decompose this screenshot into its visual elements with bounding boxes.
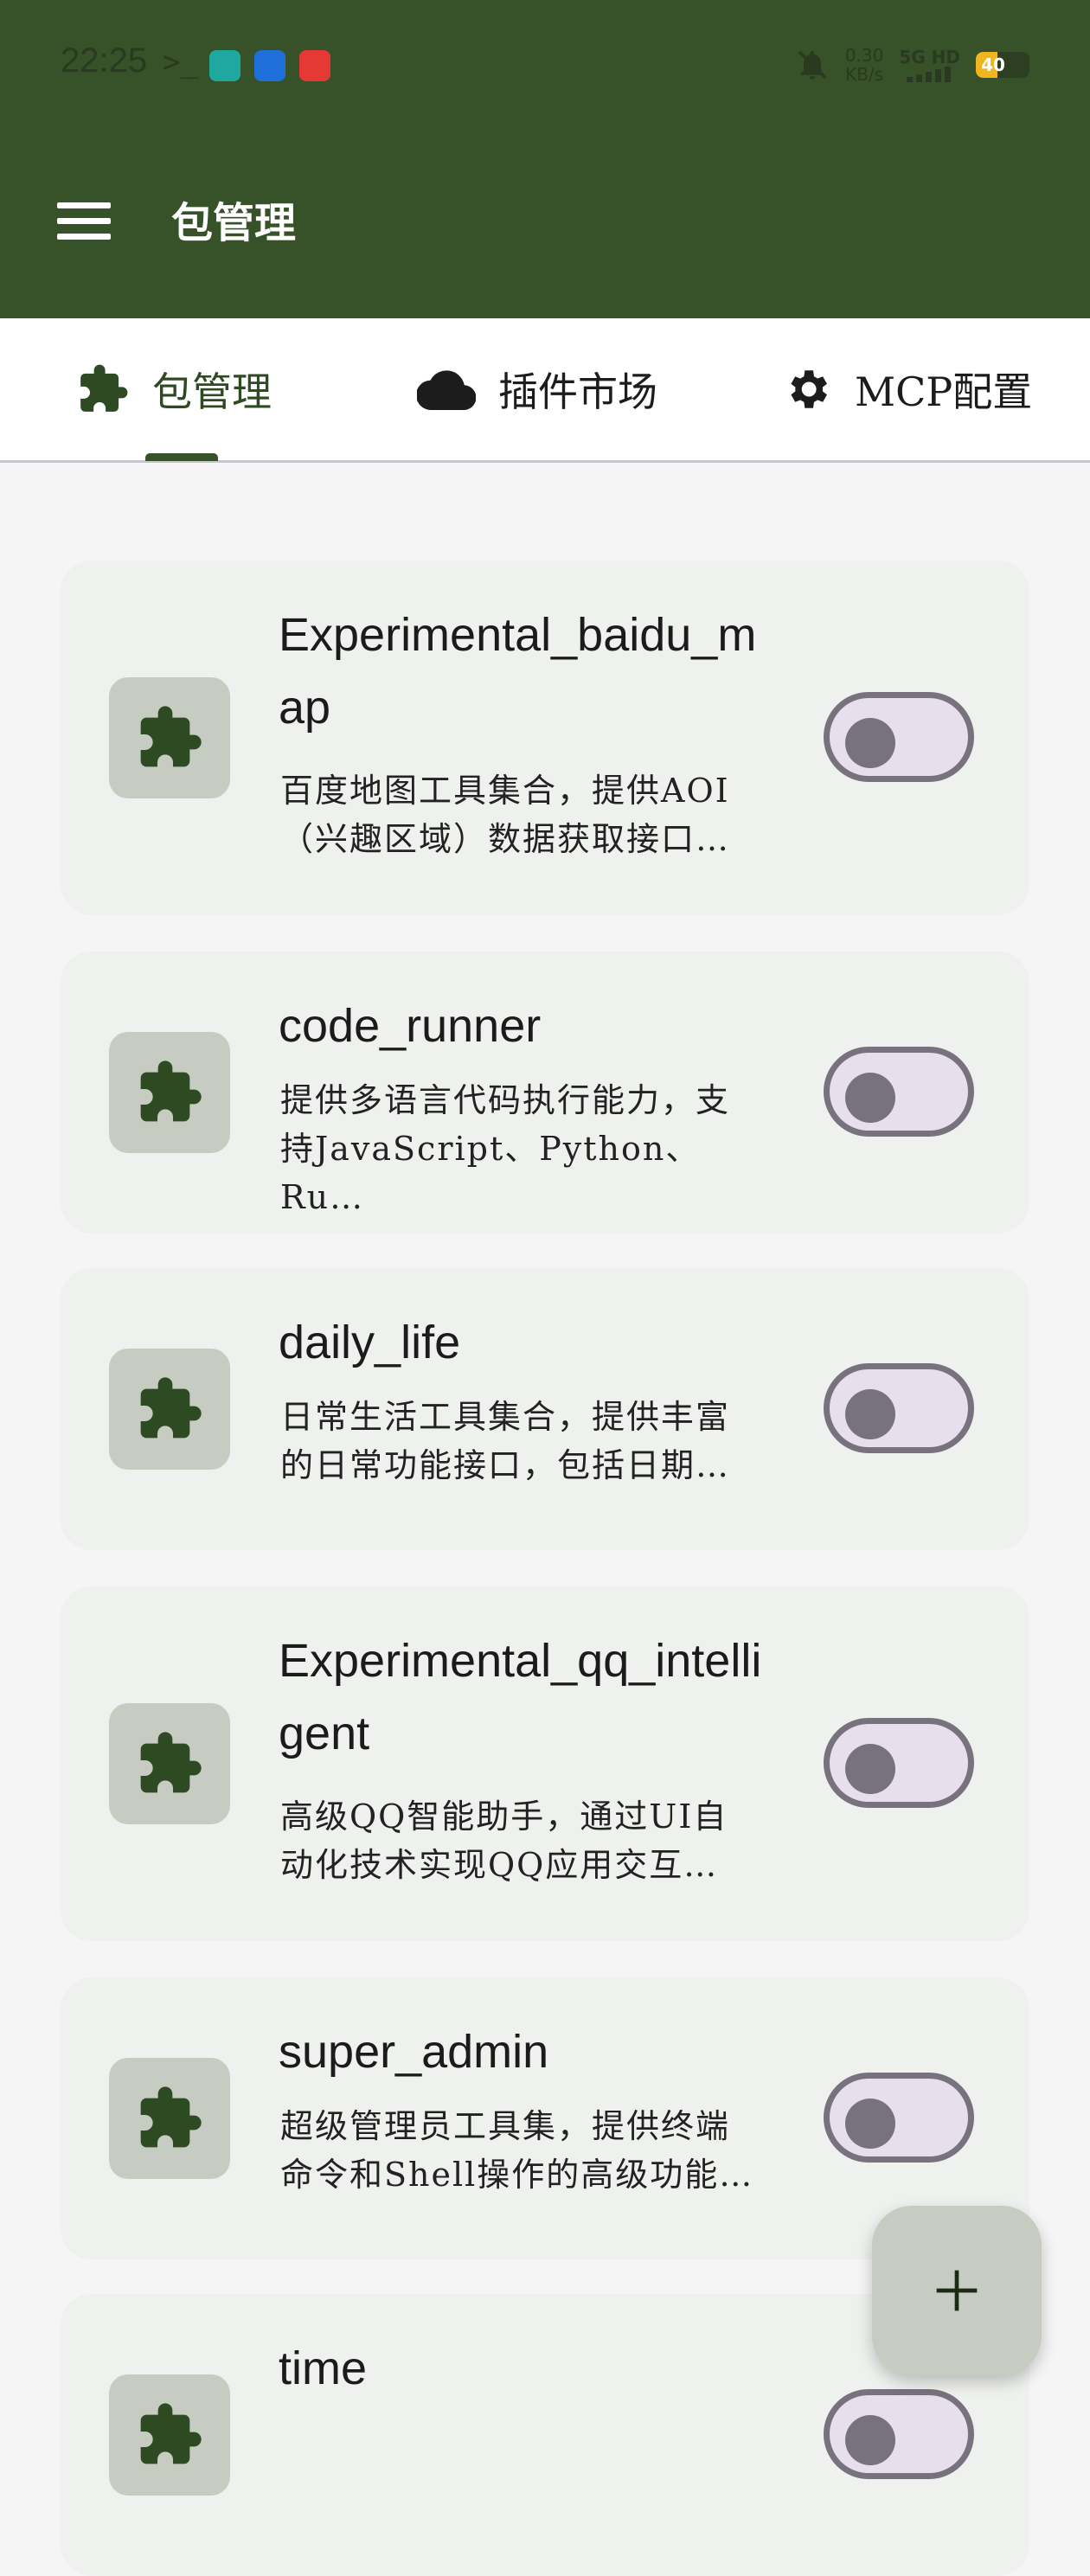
puzzle-icon <box>140 1732 202 1793</box>
network-speed-unit: KB/s <box>845 64 884 85</box>
active-tab-indicator <box>145 453 218 461</box>
package-card[interactable]: code_runner 提供多语言代码执行能力，支 持JavaScript、Py… <box>61 952 1029 1234</box>
toggle-knob <box>845 1744 895 1794</box>
package-icon <box>109 677 230 798</box>
tab-label: MCP配置 <box>855 368 1033 415</box>
add-package-button[interactable] <box>872 2206 1042 2375</box>
network-type: 5G HD <box>899 47 960 67</box>
tab-mcp-config[interactable]: MCP配置 <box>782 318 1032 460</box>
package-name: super_admin <box>279 2026 549 2078</box>
page-title: 包管理 <box>171 199 297 247</box>
package-icon <box>109 2374 230 2496</box>
package-enable-toggle[interactable] <box>824 1718 974 1808</box>
puzzle-icon <box>140 2086 202 2148</box>
robot-app-icon <box>254 50 285 81</box>
battery-percent: 40 <box>981 54 1005 75</box>
package-description: 日常生活工具集合，提供丰富 的日常功能接口，包括日期… <box>280 1398 731 1484</box>
terminal-icon: >_ <box>163 45 198 80</box>
toggle-knob <box>845 1073 895 1123</box>
toggle-knob <box>845 2099 895 2149</box>
package-enable-toggle[interactable] <box>824 2073 974 2163</box>
bell-muted-icon <box>798 50 827 80</box>
package-enable-toggle[interactable] <box>824 692 974 782</box>
package-name: daily_life <box>279 1317 461 1368</box>
package-icon <box>109 1349 230 1470</box>
package-name: code_runner <box>279 1000 542 1052</box>
network-speed-value: 0.30 <box>844 45 884 66</box>
puzzle-icon <box>140 2403 202 2464</box>
tab-plugin-market[interactable]: 插件市场 <box>417 318 657 460</box>
puzzle-icon <box>140 706 202 767</box>
package-name: Experimental_baidu_map <box>279 609 757 734</box>
hamburger-menu-icon[interactable] <box>54 199 116 244</box>
package-card[interactable]: Experimental_baidu_map 百度地图工具集合，提供AOI （兴… <box>61 561 1029 915</box>
tab-bar: 包管理 插件市场 MCP配置 <box>0 318 1090 463</box>
package-description: 超级管理员工具集，提供终端 命令和Shell操作的高级功能… <box>280 2107 754 2194</box>
status-indicators: 0.30 KB/s 5G HD 40 <box>795 43 1029 87</box>
puzzle-icon <box>140 1061 202 1122</box>
package-card[interactable]: Experimental_qq_intelligent 高级QQ智能助手，通过U… <box>61 1586 1029 1941</box>
package-name: time <box>279 2342 368 2394</box>
battery-indicator: 40 <box>976 52 1029 78</box>
toggle-knob <box>845 1389 895 1439</box>
toggle-knob <box>845 2415 895 2465</box>
package-enable-toggle[interactable] <box>824 1363 974 1453</box>
signal-indicator: 5G HD <box>899 48 960 82</box>
tab-label: 插件市场 <box>498 368 657 415</box>
package-description: 百度地图工具集合，提供AOI （兴趣区域）数据获取接口… <box>280 772 731 858</box>
package-card[interactable]: daily_life 日常生活工具集合，提供丰富 的日常功能接口，包括日期… <box>61 1268 1029 1550</box>
package-description: 高级QQ智能助手，通过UI自 动化技术实现QQ应用交互… <box>280 1797 728 1884</box>
signal-bars-icon <box>906 67 951 82</box>
package-icon <box>109 2058 230 2179</box>
boss-app-icon <box>209 50 240 81</box>
tab-package-management[interactable]: 包管理 <box>76 318 272 460</box>
package-description: 提供多语言代码执行能力，支 持JavaScript、Python、Ru… <box>280 1081 731 1216</box>
gear-icon <box>791 370 827 408</box>
toggle-knob <box>845 718 895 768</box>
cloud-icon <box>417 370 476 411</box>
camera-app-icon <box>299 50 330 81</box>
status-time: 22:25 <box>61 42 148 80</box>
package-enable-toggle[interactable] <box>824 1047 974 1137</box>
network-speed: 0.30 KB/s <box>845 46 884 84</box>
package-enable-toggle[interactable] <box>824 2389 974 2479</box>
plus-icon <box>936 2270 978 2311</box>
top-app-bar: 22:25 >_ 0.30 KB/s 5G HD 40 包管理 <box>0 0 1090 318</box>
package-name: Experimental_qq_intelligent <box>279 1635 762 1759</box>
status-bar: 22:25 >_ 0.30 KB/s 5G HD 40 <box>0 0 1090 130</box>
puzzle-icon <box>140 1377 202 1439</box>
puzzle-icon <box>80 364 128 412</box>
tab-label: 包管理 <box>152 368 272 415</box>
package-icon <box>109 1703 230 1824</box>
package-icon <box>109 1032 230 1153</box>
